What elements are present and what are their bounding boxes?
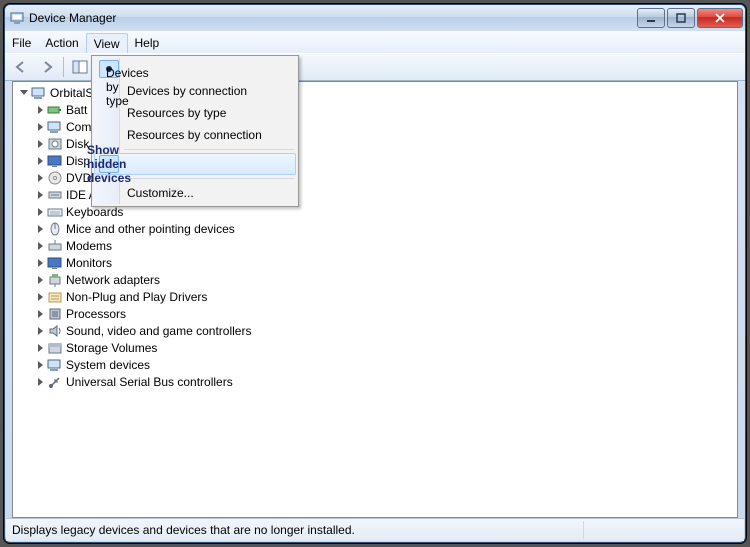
device-manager-window: Device Manager File Action View Help Orb… [4,4,746,543]
tree-node[interactable]: Modems [13,237,737,254]
show-hide-console-button[interactable] [68,55,92,79]
expander-icon[interactable] [35,360,45,370]
battery-icon [47,102,63,118]
view-menu-dropdown[interactable]: Devices by type Devices by connection Reso… [91,55,299,207]
tree-label: Network adapters [66,273,160,287]
app-icon [9,10,25,26]
check-marker-icon: Show hidden devices [99,155,119,173]
computer-icon [31,85,47,101]
usb-icon [47,374,63,390]
forward-button[interactable] [35,55,59,79]
tree-node[interactable]: Sound, video and game controllers [13,322,737,339]
expander-icon[interactable] [35,105,45,115]
tree-node[interactable]: Network adapters [13,271,737,288]
statusbar: Displays legacy devices and devices that… [6,518,744,541]
close-button[interactable] [697,8,743,28]
menubar: File Action View Help [5,31,745,53]
tree-label: Modems [66,239,112,253]
tree-label: System devices [66,358,150,372]
expander-icon[interactable] [35,241,45,251]
expander-icon[interactable] [35,139,45,149]
expander-icon[interactable] [35,224,45,234]
expander-icon[interactable] [35,377,45,387]
menu-item[interactable]: Devices by type [94,58,296,80]
tree-label: Monitors [66,256,112,270]
maximize-button[interactable] [667,8,695,28]
tree-node[interactable]: Mice and other pointing devices [13,220,737,237]
expander-icon[interactable] [35,326,45,336]
tree-node[interactable]: Storage Volumes [13,339,737,356]
expander-icon[interactable] [35,343,45,353]
expander-icon[interactable] [35,275,45,285]
minimize-button[interactable] [637,8,665,28]
expander-icon[interactable] [35,122,45,132]
menu-item-label: Customize... [127,186,194,200]
expander-icon[interactable] [35,309,45,319]
title-text: Device Manager [29,11,637,25]
toolbar-separator [63,57,64,77]
tree-node[interactable]: System devices [13,356,737,373]
titlebar[interactable]: Device Manager [5,5,745,31]
menu-item[interactable]: Customize... [94,182,296,204]
display-icon [47,153,63,169]
tree-label: OrbitalS [50,86,93,100]
menu-item[interactable]: Devices by connection [94,80,296,102]
expander-icon[interactable] [35,173,45,183]
expander-icon[interactable] [35,258,45,268]
menu-help[interactable]: Help [128,32,167,53]
network-icon [47,272,63,288]
menu-action[interactable]: Action [38,32,85,53]
menu-separator [124,149,294,150]
tree-label: Sound, video and game controllers [66,324,251,338]
menu-separator [124,178,294,179]
tree-node[interactable]: Universal Serial Bus controllers [13,373,737,390]
menu-view[interactable]: View [86,33,128,53]
monitor-icon [47,255,63,271]
legacy-icon [47,289,63,305]
expander-icon[interactable] [35,156,45,166]
expander-icon[interactable] [35,207,45,217]
tree-label: Storage Volumes [66,341,157,355]
disk-icon [47,136,63,152]
window-buttons [637,8,743,28]
menu-item-label: Resources by connection [127,128,262,142]
tree-label: Processors [66,307,126,321]
expander-icon[interactable] [35,190,45,200]
tree-node[interactable]: Processors [13,305,737,322]
dvd-icon [47,170,63,186]
tree-node[interactable]: Monitors [13,254,737,271]
computer-icon [47,119,63,135]
menu-item[interactable]: Resources by type [94,102,296,124]
expander-icon[interactable] [35,292,45,302]
sound-icon [47,323,63,339]
modem-icon [47,238,63,254]
tree-label: Batt [66,103,87,117]
expander-icon[interactable] [19,88,29,98]
cpu-icon [47,306,63,322]
back-button[interactable] [9,55,33,79]
system-icon [47,357,63,373]
mouse-icon [47,221,63,237]
tree-label: Disk [66,137,89,151]
menu-file[interactable]: File [5,32,38,53]
status-text: Displays legacy devices and devices that… [12,523,579,537]
radio-marker-icon: Devices by type [99,60,119,78]
tree-label: Universal Serial Bus controllers [66,375,233,389]
ide-icon [47,187,63,203]
menu-item-label: Resources by type [127,106,226,120]
menu-item[interactable]: Show hidden devices [94,153,296,175]
tree-label: Com [66,120,91,134]
storage-icon [47,340,63,356]
tree-label: Mice and other pointing devices [66,222,235,236]
tree-label: Non-Plug and Play Drivers [66,290,207,304]
tree-node[interactable]: Non-Plug and Play Drivers [13,288,737,305]
keyboard-icon [47,204,63,220]
menu-item-label: Devices by connection [127,84,247,98]
